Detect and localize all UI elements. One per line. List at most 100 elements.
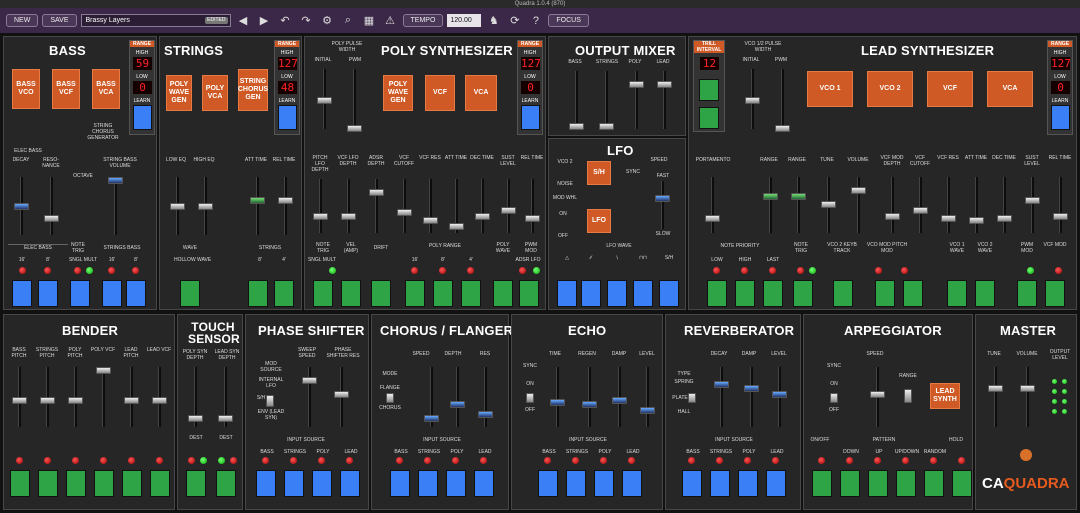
poly-knob[interactable] xyxy=(449,223,464,230)
new-button[interactable]: NEW xyxy=(6,14,39,27)
lead-knob[interactable] xyxy=(1053,213,1068,220)
poly-knob[interactable] xyxy=(501,207,516,214)
bass-decay-knob[interactable] xyxy=(14,203,29,210)
lead-slider[interactable] xyxy=(769,177,772,233)
lead-knob[interactable] xyxy=(969,217,984,224)
sweep-speed-knob[interactable] xyxy=(302,377,317,384)
reverb-knob[interactable] xyxy=(714,381,729,388)
bass-resonance-slider[interactable] xyxy=(50,177,53,235)
poly-vel-button[interactable] xyxy=(341,280,361,307)
echo-knob[interactable] xyxy=(550,399,565,406)
lfo-wave-button[interactable] xyxy=(607,280,627,307)
echo-sync-switch[interactable] xyxy=(526,393,534,403)
mixer-poly-slider[interactable] xyxy=(635,71,638,129)
pwm-slider[interactable] xyxy=(353,69,356,129)
reverb-slider[interactable] xyxy=(720,367,723,427)
arp-speed-knob[interactable] xyxy=(870,391,885,398)
master-tune-slider[interactable] xyxy=(994,367,997,427)
range-high-value[interactable]: 59 xyxy=(133,57,152,70)
echo-src-pad[interactable] xyxy=(594,470,614,497)
bender-pad[interactable] xyxy=(150,470,170,497)
focus-button[interactable]: FOCUS xyxy=(548,14,589,27)
poly-slider[interactable] xyxy=(507,179,510,233)
touch-knob[interactable] xyxy=(218,415,233,422)
bender-pad[interactable] xyxy=(122,470,142,497)
search-icon[interactable]: ⌕ xyxy=(340,13,357,28)
sync-icon[interactable]: ⟳ xyxy=(506,13,523,28)
help-icon[interactable]: ? xyxy=(527,13,544,28)
mixer-strings-slider[interactable] xyxy=(605,71,608,129)
lead-knob[interactable] xyxy=(851,187,866,194)
lead-pad[interactable] xyxy=(1017,280,1037,307)
lead-knob[interactable] xyxy=(1025,197,1040,204)
echo-knob[interactable] xyxy=(612,397,627,404)
lfo-wave-button[interactable] xyxy=(633,280,653,307)
strings-8-button[interactable] xyxy=(248,280,268,307)
trill-down-button[interactable] xyxy=(699,107,719,129)
lead-pad[interactable] xyxy=(875,280,895,307)
echo-src-pad[interactable] xyxy=(622,470,642,497)
warning-icon[interactable]: ⚠ xyxy=(382,13,399,28)
poly-4-button[interactable] xyxy=(461,280,481,307)
reverb-knob[interactable] xyxy=(744,385,759,392)
strings-bass-16-button[interactable] xyxy=(102,280,122,307)
poly-knob[interactable] xyxy=(341,213,356,220)
arp-pattern-button[interactable] xyxy=(840,470,860,497)
lead-knob[interactable] xyxy=(941,215,956,222)
string-bass-volume-knob[interactable] xyxy=(108,177,123,184)
reverb-type-switch[interactable] xyxy=(688,393,696,403)
poly-8-button[interactable] xyxy=(433,280,453,307)
lead-knob[interactable] xyxy=(705,215,720,222)
lead-knob[interactable] xyxy=(763,193,778,200)
mixer-poly-knob[interactable] xyxy=(629,81,644,88)
save-button[interactable]: SAVE xyxy=(42,14,77,27)
echo-slider[interactable] xyxy=(646,367,649,427)
reverb-knob[interactable] xyxy=(772,391,787,398)
lead-knob[interactable] xyxy=(997,215,1012,222)
lead-pad[interactable] xyxy=(793,280,813,307)
bender-knob[interactable] xyxy=(12,397,27,404)
arp-pattern-button[interactable] xyxy=(896,470,916,497)
lead-pad[interactable] xyxy=(833,280,853,307)
chorus-res-knob[interactable] xyxy=(478,411,493,418)
strings-4-button[interactable] xyxy=(274,280,294,307)
mixer-lead-slider[interactable] xyxy=(663,71,666,129)
preset-name[interactable]: Brassy Layers EDITED xyxy=(80,14,231,27)
phaser-res-knob[interactable] xyxy=(334,391,349,398)
poly-knob[interactable] xyxy=(397,209,412,216)
touch-knob[interactable] xyxy=(188,415,203,422)
echo-src-pad[interactable] xyxy=(566,470,586,497)
master-tune-knob[interactable] xyxy=(988,385,1003,392)
trill-value[interactable]: 12 xyxy=(700,57,719,70)
lead-initial-knob[interactable] xyxy=(745,97,760,104)
touch-pad[interactable] xyxy=(186,470,206,497)
lead-slider[interactable] xyxy=(797,177,800,233)
lead-slider[interactable] xyxy=(975,177,978,233)
gear-icon[interactable]: ⚙ xyxy=(319,13,336,28)
initial-knob[interactable] xyxy=(317,97,332,104)
poly-knob[interactable] xyxy=(313,213,328,220)
learn-button[interactable] xyxy=(521,105,540,130)
phaser-src-pad[interactable] xyxy=(284,470,304,497)
reverb-src-pad[interactable] xyxy=(682,470,702,497)
sweep-speed-slider[interactable] xyxy=(308,367,311,427)
reverb-src-pad[interactable] xyxy=(766,470,786,497)
lead-pwm-knob[interactable] xyxy=(775,125,790,132)
att-time-slider[interactable] xyxy=(256,177,259,235)
mixer-lead-knob[interactable] xyxy=(657,81,672,88)
mode-switch[interactable] xyxy=(386,393,394,403)
lead-pad[interactable] xyxy=(975,280,995,307)
poly-slider[interactable] xyxy=(481,179,484,233)
midi-icon[interactable]: ▦ xyxy=(361,13,378,28)
chorus-depth-knob[interactable] xyxy=(450,401,465,408)
lead-knob[interactable] xyxy=(913,207,928,214)
keyboard-icon[interactable]: ♞ xyxy=(485,13,502,28)
poly-knob[interactable] xyxy=(369,189,384,196)
poly-note-trig-button[interactable] xyxy=(313,280,333,307)
master-volume-slider[interactable] xyxy=(1026,367,1029,427)
poly-slider[interactable] xyxy=(375,179,378,233)
poly-slider[interactable] xyxy=(319,179,322,233)
bender-pad[interactable] xyxy=(38,470,58,497)
poly-knob[interactable] xyxy=(525,215,540,222)
prev-preset-icon[interactable]: ◀ xyxy=(235,13,252,28)
